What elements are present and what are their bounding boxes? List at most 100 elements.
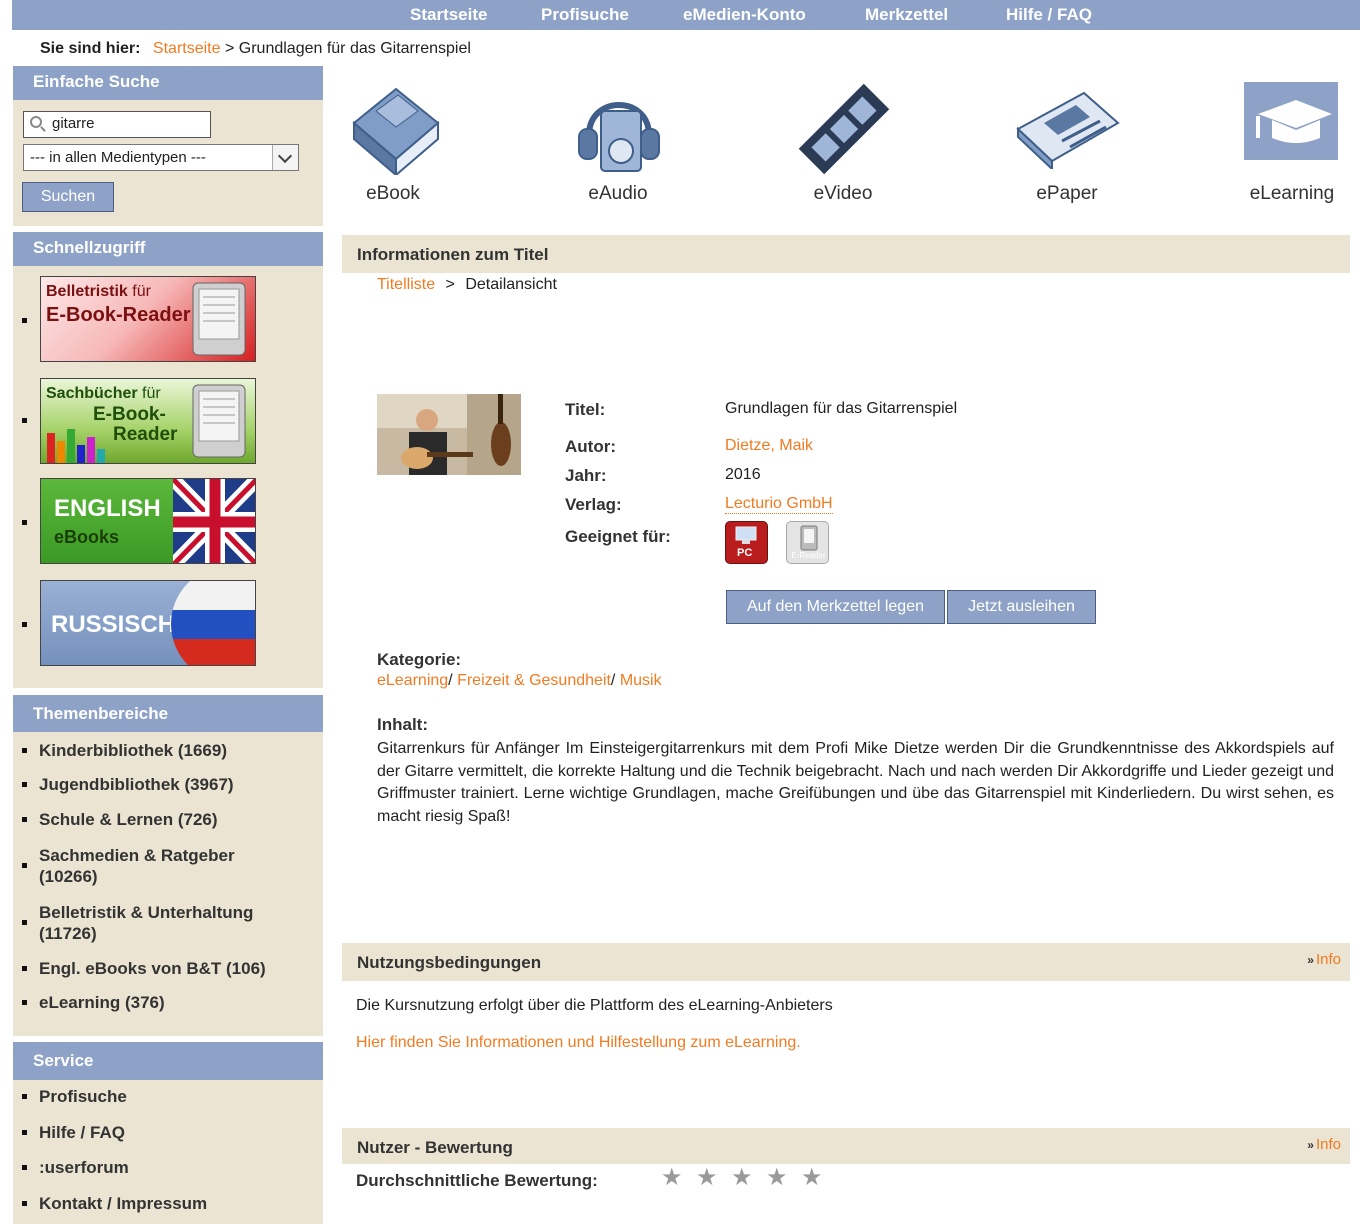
search-input-value: gitarre	[52, 115, 95, 132]
category-list: eLearning/ Freizeit & Gesundheit/ Musik	[377, 672, 662, 689]
banner-title: ENGLISH	[54, 495, 161, 522]
breadcrumb-current: Grundlagen für das Gitarrenspiel	[238, 40, 471, 57]
search-button[interactable]: Suchen	[22, 182, 114, 212]
nav-hilfe-faq[interactable]: Hilfe / FAQ	[1006, 5, 1092, 25]
banner-english-ebooks[interactable]: ENGLISH eBooks	[40, 478, 256, 564]
category-link-elearning[interactable]: eLearning	[377, 672, 448, 689]
author-link[interactable]: Dietze, Maik	[725, 437, 813, 455]
bullet-icon	[22, 966, 27, 971]
bullet-icon	[22, 782, 27, 787]
banner-sachbuecher-ebook-reader[interactable]: Sachbücher für E-Book- Reader	[40, 378, 256, 464]
bullet-icon	[22, 1130, 27, 1135]
suitable-for-label: Geeignet für:	[565, 527, 671, 546]
nav-emedien-konto[interactable]: eMedien-Konto	[683, 5, 806, 25]
media-tile-elearning[interactable]: eLearning	[1217, 75, 1360, 215]
title-info-header: Informationen zum Titel	[342, 235, 1350, 273]
service-link-profisuche[interactable]: Profisuche	[39, 1086, 127, 1107]
cover-image[interactable]	[377, 394, 521, 475]
ereader-icon	[192, 282, 246, 356]
bar-chart-icon	[47, 429, 105, 463]
bullet-icon	[22, 920, 27, 925]
bullet-icon	[22, 863, 27, 868]
breadcrumb: Sie sind hier: Startseite > Grundlagen f…	[40, 40, 471, 58]
titelliste-link[interactable]: Titelliste	[377, 276, 435, 293]
nav-profisuche[interactable]: Profisuche	[541, 5, 629, 25]
chevron-down-icon[interactable]	[272, 145, 298, 170]
elearning-help-link[interactable]: Hier finden Sie Informationen und Hilfes…	[356, 1034, 801, 1052]
category-label: Kategorie:	[377, 650, 462, 669]
year-value: 2016	[725, 466, 761, 483]
service-header: Service	[13, 1042, 323, 1080]
theme-link[interactable]: eLearning (376)	[39, 992, 165, 1013]
banner-title: Belletristik für	[46, 283, 151, 300]
media-tile-epaper[interactable]: ePaper	[992, 75, 1142, 215]
bullet-icon	[22, 1201, 27, 1206]
bullet-icon	[22, 748, 27, 753]
rating-info-link[interactable]: » Info	[1307, 1136, 1341, 1153]
service-link-kontakt[interactable]: Kontakt / Impressum	[39, 1193, 207, 1214]
media-type-select[interactable]: --- in allen Medientypen ---	[23, 144, 299, 171]
bullet-icon	[22, 318, 27, 323]
banner-title: Sachbücher für	[46, 385, 161, 402]
service-link-hilfe-faq[interactable]: Hilfe / FAQ	[39, 1122, 125, 1143]
banner-russisch[interactable]: RUSSISCH	[40, 580, 256, 666]
banner-belletristik-ebook-reader[interactable]: Belletristik für E-Book-Reader	[40, 276, 256, 362]
terms-heading: Nutzungsbedingungen	[357, 953, 542, 972]
media-label-evideo: eVideo	[813, 183, 873, 204]
title-info-heading: Informationen zum Titel	[357, 245, 549, 264]
nav-startseite[interactable]: Startseite	[410, 5, 487, 25]
star-icon[interactable]: ★	[696, 1163, 718, 1192]
theme-link[interactable]: Jugendbibliothek (3967)	[39, 774, 234, 795]
borrow-now-button[interactable]: Jetzt ausleihen	[947, 590, 1096, 624]
breadcrumb-separator: >	[224, 40, 235, 57]
content-description: Gitarrenkurs für Anfänger Im Einsteigerg…	[377, 740, 1334, 825]
star-icon[interactable]: ★	[661, 1163, 683, 1192]
media-tile-evideo[interactable]: eVideo	[768, 75, 918, 215]
theme-link[interactable]: Belletristik & Unterhaltung (11726)	[39, 902, 289, 944]
publisher-link[interactable]: Lecturio GmbH	[725, 495, 833, 514]
detail-breadcrumb: Titelliste > Detailansicht	[377, 276, 557, 294]
star-icon[interactable]: ★	[731, 1163, 753, 1192]
media-type-select-value: --- in allen Medientypen ---	[30, 149, 206, 166]
add-to-watchlist-button[interactable]: Auf den Merkzettel legen	[726, 590, 945, 624]
uk-flag-icon	[173, 479, 255, 563]
category-link-musik[interactable]: Musik	[620, 672, 662, 689]
search-input[interactable]: gitarre	[23, 111, 211, 138]
ereader-icon	[192, 384, 246, 458]
theme-link[interactable]: Sachmedien & Ratgeber (10266)	[39, 845, 279, 887]
theme-link[interactable]: Engl. eBooks von B&T (106)	[39, 958, 266, 979]
content-label: Inhalt:	[377, 715, 428, 734]
service-link-userforum[interactable]: :userforum	[39, 1157, 129, 1178]
bullet-icon	[22, 622, 27, 627]
average-rating-label: Durchschnittliche Bewertung:	[356, 1171, 598, 1190]
category-link-freizeit[interactable]: Freizeit & Gesundheit	[457, 672, 611, 689]
star-icon[interactable]: ★	[801, 1163, 823, 1192]
terms-header: Nutzungsbedingungen » Info	[342, 943, 1350, 981]
star-icon[interactable]: ★	[766, 1163, 788, 1192]
terms-info-link[interactable]: » Info	[1307, 951, 1341, 968]
media-tile-ebook[interactable]: eBook	[318, 75, 468, 215]
theme-link[interactable]: Schule & Lernen (726)	[39, 809, 218, 830]
rating-heading: Nutzer - Bewertung	[357, 1138, 513, 1157]
theme-link[interactable]: Kinderbibliothek (1669)	[39, 740, 227, 761]
film-strip-icon	[798, 83, 890, 175]
banner-subtitle-2: Reader	[113, 424, 178, 445]
pc-icon-label: PC	[737, 547, 753, 559]
top-navigation: Startseite Profisuche eMedien-Konto Merk…	[12, 0, 1360, 30]
newspaper-icon	[1016, 91, 1120, 169]
headphones-icon	[578, 102, 660, 172]
banner-subtitle: E-Book-Reader	[46, 304, 191, 326]
simple-search-panel: Einfache Suche gitarre --- in allen Medi…	[13, 66, 323, 226]
themes-panel: Themenbereiche Kinderbibliothek (1669) J…	[13, 695, 323, 1036]
ereader-device-icon: E-Reader	[786, 521, 829, 564]
double-chevron-icon: »	[1307, 1138, 1314, 1152]
media-tile-eaudio[interactable]: eAudio	[543, 75, 693, 215]
author-label: Autor:	[565, 437, 616, 456]
service-panel: Service Profisuche Hilfe / FAQ :userforu…	[13, 1042, 323, 1224]
nav-merkzettel[interactable]: Merkzettel	[865, 5, 948, 25]
media-label-elearning: eLearning	[1249, 183, 1335, 204]
bullet-icon	[22, 1094, 27, 1099]
breadcrumb-home-link[interactable]: Startseite	[153, 40, 221, 57]
rating-header: Nutzer - Bewertung » Info	[342, 1128, 1350, 1164]
bullet-icon	[22, 1000, 27, 1005]
